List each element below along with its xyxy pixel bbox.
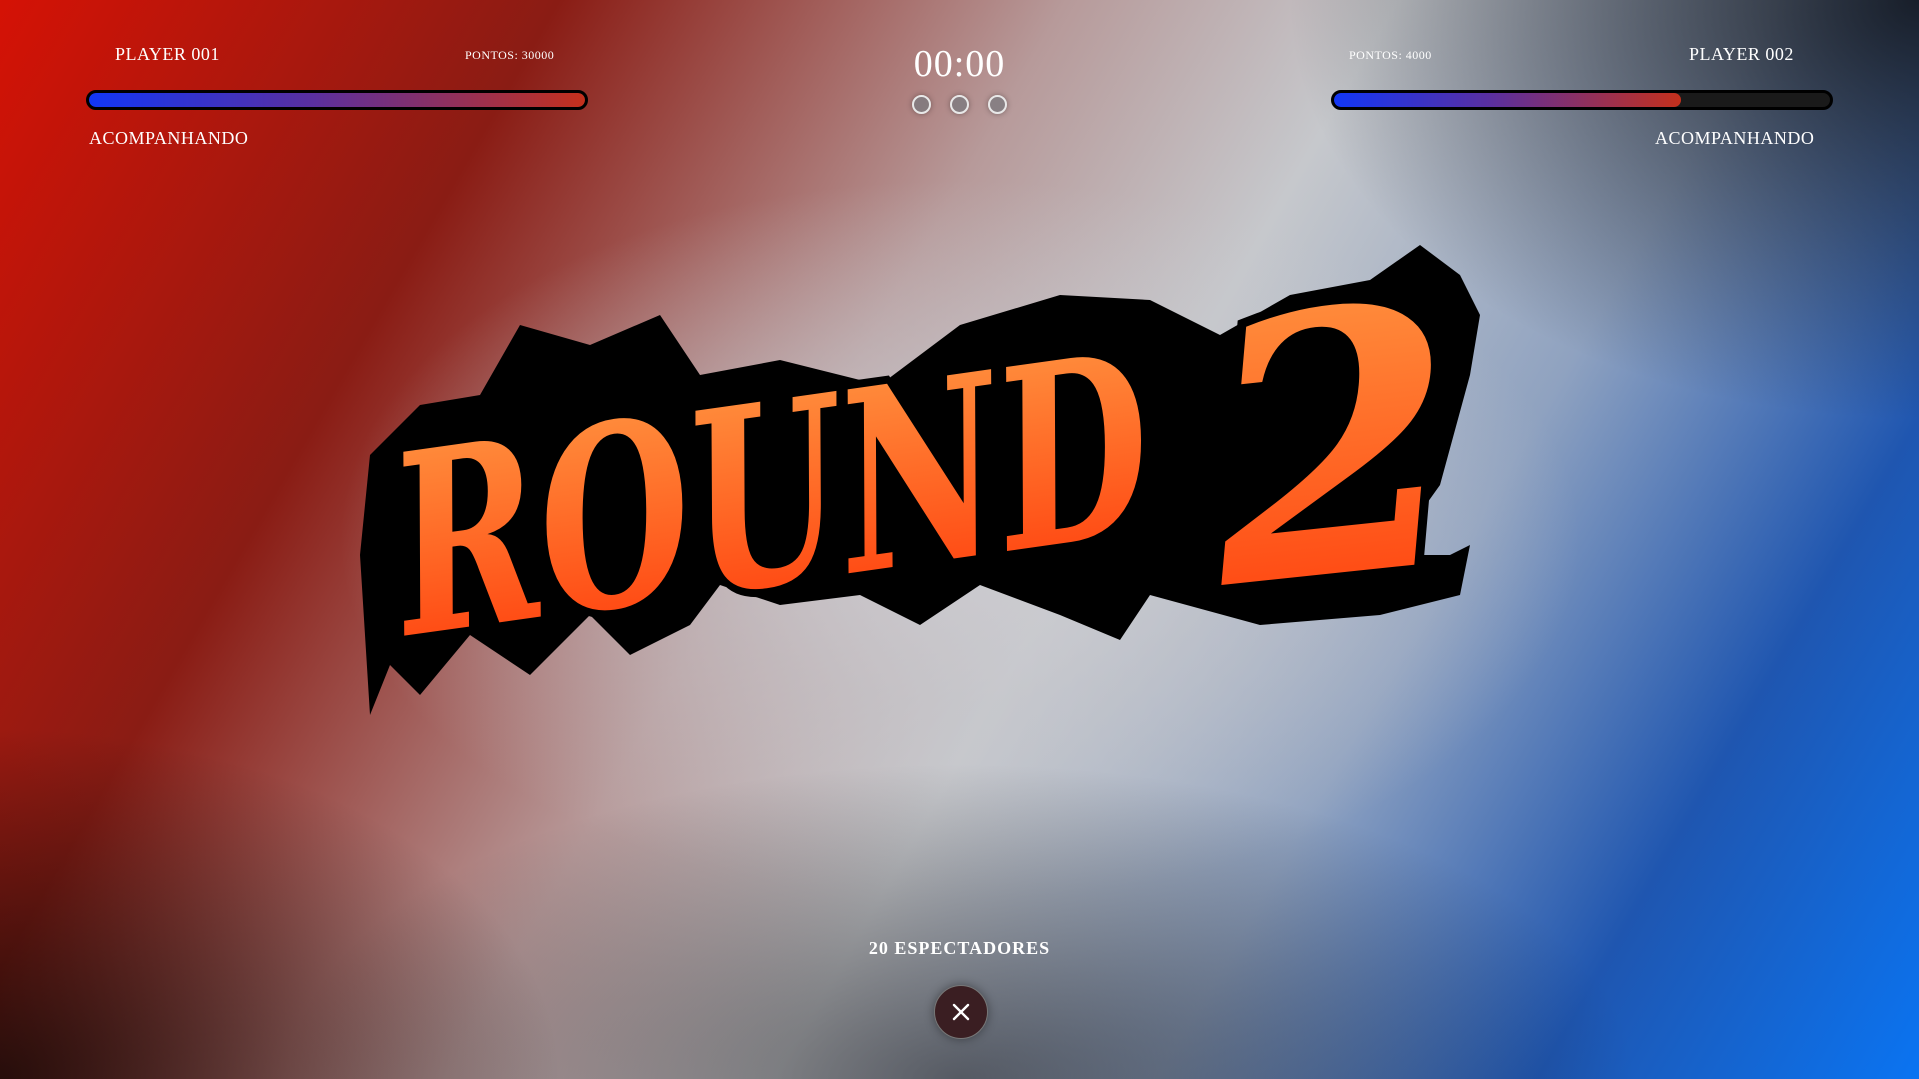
round-banner-graphic: ROUND 2 <box>360 213 1490 715</box>
banner-round-number: 2 <box>1182 222 1481 669</box>
round-indicators <box>0 95 1919 114</box>
game-screen: PLAYER 001 PONTOS: 30000 ACOMPANHANDO PL… <box>0 0 1919 1079</box>
close-icon <box>952 1003 970 1021</box>
player2-status: ACOMPANHANDO <box>1655 128 1815 148</box>
close-button[interactable] <box>934 985 988 1039</box>
spectator-count: 20 ESPECTADORES <box>868 938 1051 958</box>
round-indicator-dot <box>950 95 969 114</box>
player1-status: ACOMPANHANDO <box>89 128 249 148</box>
banner-round-word: ROUND <box>371 297 1169 694</box>
round-banner: ROUND 2 <box>360 213 1560 775</box>
round-indicator-dot <box>912 95 931 114</box>
round-timer: 00:00 <box>913 43 1006 85</box>
round-indicator-dot <box>988 95 1007 114</box>
